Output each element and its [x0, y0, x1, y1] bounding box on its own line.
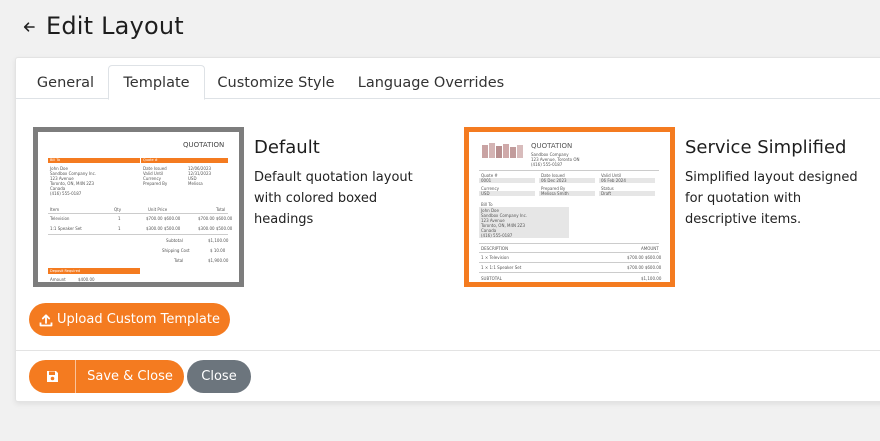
preview-row-cell: $700.00 $600.00: [627, 265, 662, 270]
preview-total-value: $1,900.00: [208, 258, 229, 263]
preview-subtotal-value: $1,100.00: [641, 276, 662, 281]
tab-customize-style[interactable]: Customize Style: [212, 65, 340, 100]
preview-row-cell: 1: [118, 216, 121, 221]
preview-meta-value: Melissa: [188, 181, 203, 186]
upload-custom-template-button[interactable]: Upload Custom Template: [29, 303, 230, 336]
upload-icon: [39, 313, 53, 327]
arrow-left-icon[interactable]: [22, 19, 36, 33]
template-thumbnail-service-simplified[interactable]: QUOTATION Sandbox Company 123 Avenue, To…: [464, 127, 675, 287]
preview-row-cell: $300.00 $500.00: [198, 226, 233, 231]
page-title: Edit Layout: [46, 12, 184, 40]
preview-row-cell: $300.00 $500.00: [146, 226, 181, 231]
preview-bill-to-bar: [48, 158, 140, 163]
preview-divider: [48, 213, 228, 214]
preview-divider: [479, 170, 659, 171]
tab-bar: General Template Customize Style Languag…: [16, 58, 880, 100]
preview-row-cell: 1 × Television: [481, 255, 509, 260]
tab-language-overrides[interactable]: Language Overrides: [352, 65, 510, 100]
edit-layout-card: General Template Customize Style Languag…: [15, 57, 880, 402]
upload-label: Upload Custom Template: [57, 312, 220, 327]
preview-total-label: Subtotal: [166, 238, 183, 243]
preview-divider: [479, 252, 659, 253]
preview-total-label: Total: [174, 258, 184, 263]
close-button[interactable]: Close: [187, 360, 251, 393]
preview-deposit-value: $400.00: [78, 277, 95, 282]
preview-heading: QUOTATION: [183, 141, 225, 149]
preview-field-value: Melissa Smith: [541, 191, 569, 196]
preview-company-line: (416) 555-0187: [50, 191, 82, 196]
save-close-button[interactable]: Save & Close: [29, 360, 184, 393]
preview-bill-line: (416) 555-0187: [481, 233, 513, 238]
preview-row-cell: Television: [50, 216, 70, 221]
preview-field-value: 06 Dec 2023: [541, 178, 567, 183]
preview-deposit-label: Amount: [50, 277, 66, 282]
preview-divider: [479, 262, 659, 263]
preview-subtotal-label: SUBTOTAL: [481, 276, 502, 281]
preview-bill-to: Bill To: [50, 158, 61, 162]
preview-total-label: Shipping Cost: [162, 248, 190, 253]
preview-col-header: Total: [216, 207, 226, 212]
preview-heading: QUOTATION: [531, 142, 573, 150]
preview-deposit: Deposit Required: [50, 269, 81, 273]
tab-general[interactable]: General: [24, 65, 107, 100]
preview-row-cell: $700.00 $600.00: [627, 255, 662, 260]
preview-col-header: Qty: [114, 207, 122, 212]
save-icon: [29, 360, 76, 393]
preview-divider: [479, 272, 659, 273]
footer-divider: [16, 350, 880, 351]
logo-icon: [481, 141, 525, 159]
preview-total-value: $1,100.00: [208, 238, 229, 243]
preview-divider: [48, 234, 228, 235]
preview-field-value: 0001: [481, 178, 492, 183]
save-close-label: Save & Close: [87, 369, 173, 384]
preview-col-header: Unit Price: [148, 207, 168, 212]
preview-field-value: 06 Feb 2024: [601, 178, 626, 183]
preview-field-value: Draft: [601, 191, 612, 196]
preview-col-header: AMOUNT: [641, 246, 659, 251]
template-description-service-simplified: Simplified layout designed for quotation…: [685, 170, 858, 227]
template-description-default: Default quotation layout with colored bo…: [254, 170, 413, 227]
preview-row-cell: $700.00 $600.00: [198, 216, 233, 221]
preview-total-value: $ 10.00: [210, 248, 226, 253]
preview-col-header: DESCRIPTION: [481, 246, 509, 251]
preview-field-value: USD: [481, 191, 490, 196]
tab-template[interactable]: Template: [108, 65, 205, 100]
template-title-default: Default: [254, 137, 320, 158]
template-title-service-simplified: Service Simplified: [685, 137, 847, 158]
preview-meta-label: Prepared By: [143, 181, 168, 186]
preview-divider: [479, 243, 659, 244]
preview-col-header: Item: [50, 207, 60, 212]
preview-row-cell: $700.00 $600.00: [146, 216, 181, 221]
template-thumbnail-default[interactable]: QUOTATION Bill To Quote # John Doe Sandb…: [33, 127, 244, 287]
preview-quote-no: Quote #: [143, 158, 158, 162]
preview-row-cell: 1:1 Speaker Set: [50, 226, 82, 231]
page-header: Edit Layout: [22, 12, 184, 40]
preview-sub-line: (416) 555-0187: [531, 162, 563, 167]
preview-row-cell: 1: [118, 226, 121, 231]
preview-row-cell: 1 × 1:1 Speaker Set: [481, 265, 522, 270]
